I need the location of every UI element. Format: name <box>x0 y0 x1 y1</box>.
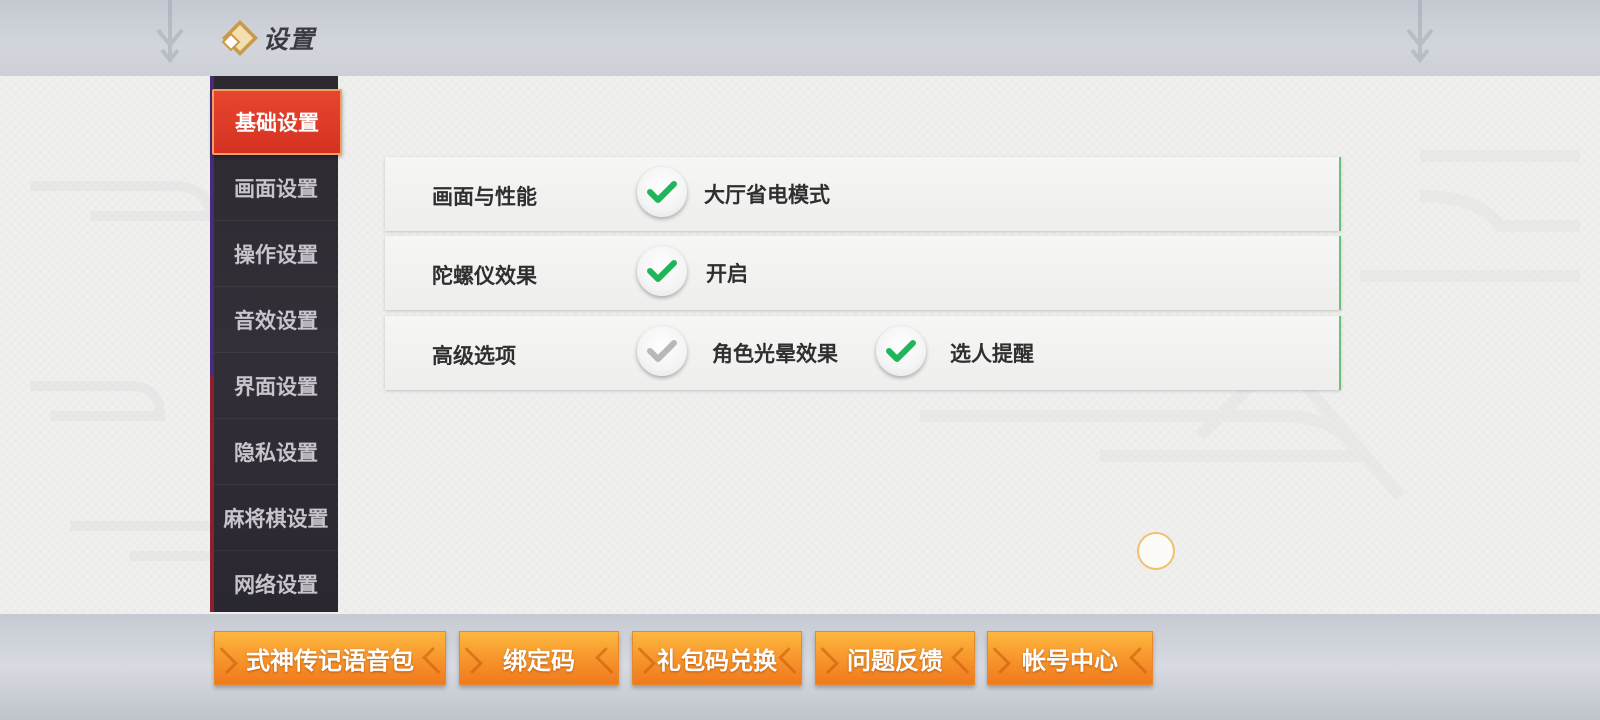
feedback-button[interactable]: 问题反馈 <box>815 631 975 685</box>
sidebar-item-label: 界面设置 <box>234 374 318 399</box>
sidebar-item-label: 基础设置 <box>235 111 319 135</box>
checkmark-icon <box>647 260 677 282</box>
diamond-logo-icon <box>222 20 258 56</box>
checkmark-icon <box>886 340 916 362</box>
sidebar-item-privacy[interactable]: 隐私设置 <box>214 419 338 485</box>
lobby-power-save-checkbox[interactable] <box>637 167 687 217</box>
ornament-icon <box>1406 0 1434 64</box>
pick-reminder-checkbox[interactable] <box>876 326 926 376</box>
sidebar-item-interface[interactable]: 界面设置 <box>214 353 338 419</box>
row-label: 高级选项 <box>432 344 516 368</box>
checkmark-icon <box>647 181 677 203</box>
sidebar-item-mahjong[interactable]: 麻将棋设置 <box>214 485 338 551</box>
gyroscope-enable-checkbox[interactable] <box>637 246 687 296</box>
sidebar-item-audio[interactable]: 音效设置 <box>214 287 338 353</box>
character-glow-checkbox[interactable] <box>637 326 687 376</box>
sidebar-item-controls[interactable]: 操作设置 <box>214 221 338 287</box>
gift-code-redeem-button[interactable]: 礼包码兑换 <box>632 631 802 685</box>
button-label: 帐号中心 <box>1022 646 1118 675</box>
row-label: 陀螺仪效果 <box>432 264 537 288</box>
sidebar-item-label: 操作设置 <box>234 242 318 267</box>
button-label: 式神传记语音包 <box>246 646 414 675</box>
sidebar-item-label: 画面设置 <box>234 176 318 201</box>
account-center-button[interactable]: 帐号中心 <box>987 631 1153 685</box>
settings-row-graphics-performance: 画面与性能 大厅省电模式 <box>385 157 1341 231</box>
option-label: 选人提醒 <box>950 342 1034 366</box>
sidebar-item-network[interactable]: 网络设置 <box>214 551 338 617</box>
page-title: 设置 <box>263 25 316 54</box>
settings-sidebar: 基础设置 画面设置 操作设置 音效设置 界面设置 隐私设置 麻将棋设置 网络设置 <box>210 76 342 617</box>
option-label: 角色光晕效果 <box>712 342 838 366</box>
shikigami-voice-pack-button[interactable]: 式神传记语音包 <box>214 631 446 685</box>
ornament-icon <box>156 0 184 64</box>
option-label: 开启 <box>706 262 748 286</box>
floating-assist-button[interactable] <box>1137 532 1175 570</box>
sidebar-item-label: 麻将棋设置 <box>223 506 329 531</box>
top-header: 设置 <box>0 0 1600 76</box>
settings-row-gyroscope: 陀螺仪效果 开启 <box>385 236 1341 310</box>
bind-code-button[interactable]: 绑定码 <box>459 631 619 685</box>
sidebar-item-label: 隐私设置 <box>234 440 318 465</box>
option-label: 大厅省电模式 <box>704 183 830 207</box>
sidebar-item-graphics[interactable]: 画面设置 <box>214 155 338 221</box>
button-label: 绑定码 <box>503 646 575 675</box>
button-label: 礼包码兑换 <box>657 646 777 675</box>
settings-row-advanced: 高级选项 角色光晕效果 选人提醒 <box>385 316 1341 390</box>
button-label: 问题反馈 <box>847 646 943 675</box>
sidebar-item-label: 网络设置 <box>234 572 318 597</box>
sidebar-item-label: 音效设置 <box>234 308 318 333</box>
row-label: 画面与性能 <box>432 185 537 209</box>
checkmark-icon <box>647 340 677 362</box>
sidebar-item-basic[interactable]: 基础设置 <box>212 89 342 155</box>
